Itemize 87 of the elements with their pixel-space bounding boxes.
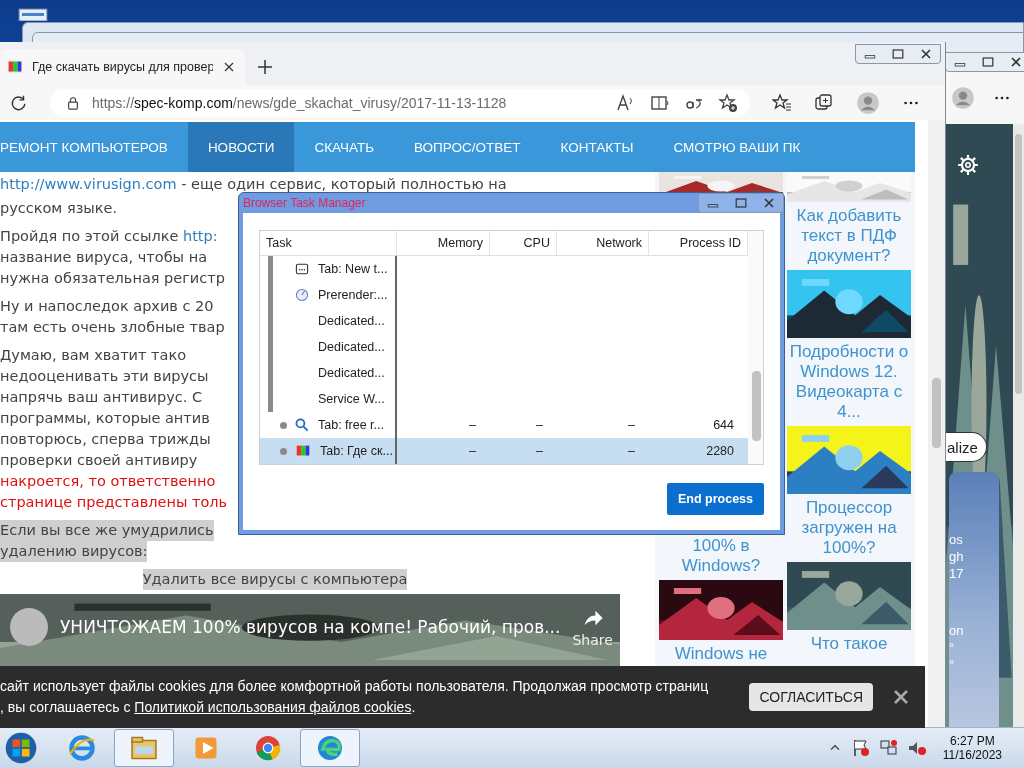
profile-icon[interactable] <box>951 86 975 110</box>
process-row[interactable]: Dedicated... <box>260 334 748 360</box>
chrome-icon[interactable] <box>253 733 283 763</box>
weather-text: gh <box>949 549 964 564</box>
text-line: Ну и напоследок архив с 20 <box>0 297 214 316</box>
nav-item[interactable]: НОВОСТИ <box>187 122 295 172</box>
maximize-icon[interactable] <box>980 54 996 70</box>
table-cell-text: 2280 <box>705 444 735 458</box>
scrollbar[interactable] <box>928 120 945 728</box>
text-line: повторюсь, сперва трижды <box>0 430 211 449</box>
address-bar[interactable]: https://spec-komp.com/news/gde_skachat_virusy/2017-11-13-1128 <box>50 88 750 117</box>
weather-text: 17 <box>949 566 964 581</box>
text-line: накроется, то ответственно <box>0 472 216 491</box>
collections-icon[interactable] <box>814 92 834 113</box>
text-line: нужна обязательная регистр <box>0 269 225 288</box>
lock-icon[interactable] <box>66 95 80 110</box>
weather-text: ° <box>949 640 955 655</box>
process-row[interactable]: Dedicated... <box>260 360 748 386</box>
text-line: странице представлены толь <box>0 493 228 512</box>
task-name: Tab: free r... <box>318 418 384 432</box>
tab-icon <box>294 261 310 277</box>
process-row[interactable]: Tab: Где ск... – – – 2280 <box>260 438 748 464</box>
video-title[interactable]: УНИЧТОЖАЕМ 100% вирусов на компе! Рабочий, пров... <box>60 617 561 637</box>
favorites-icon[interactable] <box>772 92 792 113</box>
text-line: Думаю, вам хватит тако <box>0 346 187 365</box>
network-icon[interactable] <box>878 738 899 758</box>
maximize-icon[interactable] <box>733 195 749 211</box>
table-cell-text: 644 <box>712 418 735 432</box>
process-row[interactable]: Tab: New t... <box>260 256 748 282</box>
clock-time[interactable]: 6:27 PM <box>950 734 995 748</box>
maximize-icon[interactable] <box>890 46 906 62</box>
scrollbar[interactable] <box>1013 124 1024 728</box>
taskbar-app[interactable] <box>114 729 174 767</box>
agree-button[interactable]: СОГЛАСИТЬСЯ <box>749 683 873 711</box>
text-line: проверки своей антивиру <box>0 451 198 470</box>
scrollbar[interactable] <box>748 231 763 464</box>
search-icon <box>294 417 310 433</box>
text-link[interactable]: http://www.virusign.com <box>0 176 177 192</box>
browser-e-icon[interactable] <box>67 733 97 763</box>
new-tab-icon[interactable] <box>255 57 275 77</box>
weather-text: ° <box>949 657 955 672</box>
share-label[interactable]: Share <box>572 632 613 648</box>
text-line: программы, которые антив <box>0 409 210 428</box>
column-header[interactable]: CPU <box>490 231 557 255</box>
table-cell-text: – <box>535 418 544 432</box>
text-link[interactable]: http: <box>183 228 218 244</box>
text-line: там есть очень злобные твар <box>0 318 225 337</box>
table-cell-text: – <box>535 444 544 458</box>
task-name: Prerender:... <box>318 288 388 302</box>
weather-text: on <box>949 623 964 638</box>
window-title: Browser Task Manager <box>243 196 367 210</box>
add-favorite-icon[interactable] <box>718 92 738 113</box>
weather-text: os <box>949 532 963 547</box>
table-cell-text: – <box>627 418 636 432</box>
column-header[interactable]: Task <box>260 231 397 255</box>
text-line: название вируса, чтобы на <box>0 248 208 267</box>
task-name: Tab: New t... <box>318 262 388 276</box>
end-process-button[interactable]: End process <box>667 483 764 515</box>
column-header[interactable]: Memory <box>397 231 490 255</box>
clock-date[interactable]: 11/16/2023 <box>942 748 1002 762</box>
desktop-icon[interactable] <box>18 8 48 21</box>
task-name: Tab: Где ск... <box>320 444 393 458</box>
table-cell-text: – <box>627 444 636 458</box>
text-line: напрячь ваш антивирус. С <box>0 388 203 407</box>
process-row[interactable]: Dedicated... <box>260 308 748 334</box>
task-name: Dedicated... <box>318 314 385 328</box>
text-line: Пройдя по этой ссылке http: <box>0 227 218 246</box>
profile-icon[interactable] <box>856 90 880 115</box>
table-cell-text: – <box>468 418 477 432</box>
task-name: Service W... <box>318 392 385 406</box>
personalize-button[interactable]: alize <box>945 432 987 462</box>
column-header[interactable]: Network <box>557 231 649 255</box>
edge-icon[interactable] <box>315 733 345 763</box>
text-line: недооценивать эти вирусы <box>0 367 209 386</box>
taskbar-app[interactable] <box>300 729 360 767</box>
text-line: http://www.virusign.com - еще один сервис, который полностью на <box>0 175 507 194</box>
task-name: Dedicated... <box>318 340 385 354</box>
process-row[interactable]: Service W... <box>260 386 748 412</box>
task-name: Dedicated... <box>318 366 385 380</box>
text-line: русском языке. <box>0 199 118 218</box>
process-row[interactable]: Prerender:... <box>260 282 748 308</box>
browser-tab[interactable]: Где скачать вирусы для провер <box>0 49 245 85</box>
gauge-icon <box>294 287 310 303</box>
refresh-icon[interactable] <box>10 93 28 112</box>
table-cell-text: – <box>468 444 477 458</box>
start-icon[interactable] <box>4 731 38 765</box>
settings-icon[interactable] <box>957 154 979 176</box>
